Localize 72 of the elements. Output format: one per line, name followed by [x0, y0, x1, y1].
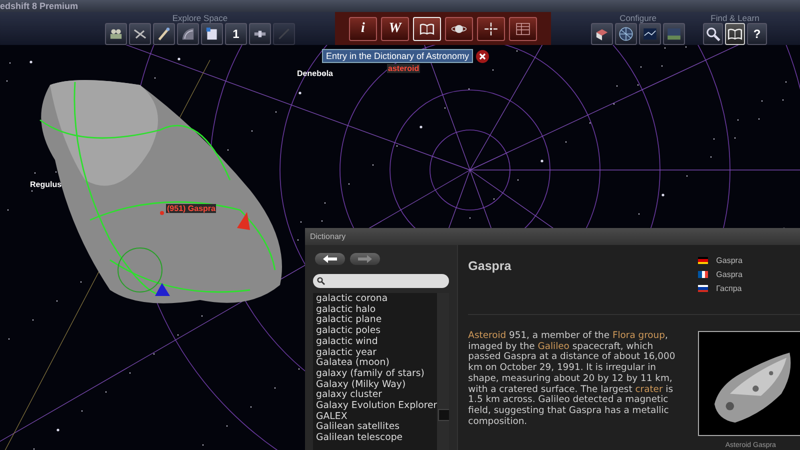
toolbar-button[interactable]	[177, 23, 199, 45]
flag-icon	[698, 271, 708, 278]
back-button[interactable]	[315, 253, 345, 265]
toolbar-button[interactable]	[591, 23, 613, 45]
translated-name: Гаспра	[716, 284, 742, 293]
panel-title: Dictionary	[310, 232, 346, 241]
toolbar-button[interactable]	[615, 23, 637, 45]
planet-surface-icon	[180, 26, 196, 42]
toolbar-button[interactable]: W	[381, 16, 409, 40]
list-item[interactable]: galaxy (family of stars)	[316, 368, 438, 380]
search-field[interactable]	[313, 274, 450, 288]
link[interactable]: Galileo	[538, 340, 570, 352]
entry-description: Asteroid 951, a member of the Flora group, imaged by the Galileo spacecraft, which passed Gaspra at a distance of about 16,000 km on October 29, 1991. It is irregular in shape, measuring about 20 by 12 by 11 km, with a cratered surface. The largest crater is 1.5 km across. Galileo detected a magnetic field, suggesting that Gaspra has a metallic composition.	[468, 331, 676, 429]
toolbar-button[interactable]	[153, 23, 175, 45]
book-icon	[727, 26, 743, 42]
search-icon	[317, 277, 325, 285]
crosshair-icon	[483, 20, 499, 36]
toolbar-button[interactable]	[477, 16, 505, 40]
globe-icon	[618, 26, 634, 42]
toolbar-button[interactable]	[249, 23, 271, 45]
toolbar-button[interactable]	[509, 16, 537, 40]
flag-icon	[698, 257, 708, 264]
list-item[interactable]: Galaxy Evolution Explorer	[316, 401, 438, 412]
figures-icon	[108, 26, 124, 42]
list-item[interactable]: Galilean telescope	[316, 433, 438, 444]
translated-name: Gaspra	[716, 256, 742, 265]
star-label: Denebola	[297, 69, 334, 78]
list-item[interactable]: GALEX	[316, 412, 438, 422]
toolbar-button[interactable]: ?	[747, 23, 767, 45]
close-icon	[479, 52, 486, 60]
list-item[interactable]: galactic wind	[316, 336, 438, 348]
translated-name: Gaspra	[716, 270, 742, 279]
toolbar-button[interactable]	[105, 23, 127, 45]
object-label: asteroid	[387, 64, 420, 73]
list-item[interactable]: Galatea (moon)	[316, 358, 438, 369]
link[interactable]: crater	[635, 384, 663, 395]
list-item[interactable]: Galilean satellites	[316, 422, 438, 434]
search-icon	[705, 26, 721, 42]
window-title: edshift 8 Premium	[0, 1, 78, 11]
arrow-icon	[357, 255, 373, 263]
toolbar-button[interactable]	[703, 23, 723, 45]
chart-icon	[642, 26, 658, 42]
list-item[interactable]: galactic plane	[316, 315, 438, 326]
list-item[interactable]: galactic year	[316, 348, 438, 358]
tooltip: Entry in the Dictionary of Astronomy	[322, 49, 474, 63]
link[interactable]: Flora group	[612, 330, 665, 341]
toolbar-button[interactable]	[129, 23, 151, 45]
object-label: (951) Gaspra	[166, 204, 216, 213]
toolbar-button[interactable]: i	[349, 16, 377, 40]
flag-icon	[698, 285, 708, 292]
list-item[interactable]: galactic corona	[316, 294, 438, 305]
star-label: Regulus	[30, 180, 62, 189]
link[interactable]: Asteroid	[468, 330, 506, 341]
entry-title: Gaspra	[468, 259, 512, 275]
grid-icon	[515, 20, 531, 36]
list-item[interactable]: galactic poles	[316, 326, 438, 337]
group-label: Configure	[620, 12, 656, 23]
toolbar-button[interactable]	[445, 16, 473, 40]
toolbar-button[interactable]	[201, 23, 223, 45]
list-item[interactable]: galactic halo	[316, 304, 438, 316]
group-label: Find & Learn	[710, 12, 760, 23]
list-item[interactable]: Galaxy (Milky Way)	[316, 380, 438, 390]
telescope-icon	[156, 26, 172, 42]
toolbar-button[interactable]: 1	[225, 23, 247, 45]
toolbar-button[interactable]	[639, 23, 661, 45]
scrollbar[interactable]	[437, 293, 450, 450]
list-item[interactable]: galaxy cluster	[316, 390, 438, 402]
line-icon	[276, 26, 292, 42]
landscape-icon	[666, 26, 682, 42]
book-icon	[419, 20, 435, 36]
group-label: Explore Space	[172, 12, 228, 23]
arrow-icon	[322, 255, 338, 263]
